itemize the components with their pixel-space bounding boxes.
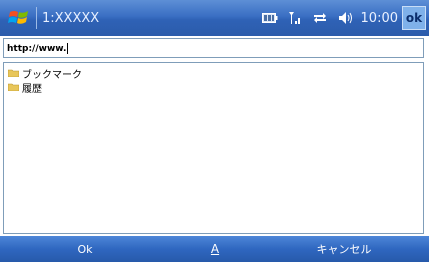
folder-icon — [7, 69, 20, 78]
battery-icon[interactable] — [261, 13, 278, 23]
menu-bar: Ok A キャンセル — [0, 236, 429, 262]
ok-button[interactable]: ok — [402, 6, 426, 30]
list-item-label: ブックマーク — [22, 69, 82, 81]
app-title: 1:XXXXX — [42, 10, 100, 26]
list-item-label: 履歴 — [22, 83, 42, 95]
ok-softkey[interactable]: Ok — [0, 236, 170, 262]
folder-icon — [7, 83, 20, 92]
volume-icon[interactable] — [338, 11, 354, 25]
cancel-softkey-label: キャンセル — [316, 243, 372, 256]
clock[interactable]: 10:00 — [361, 11, 398, 26]
text-caret — [67, 43, 69, 54]
title-bar: 1:XXXXX 10:00 ok — [0, 0, 429, 36]
status-area: 10:00 ok — [257, 0, 429, 36]
title-separator — [36, 7, 37, 29]
connectivity-icon[interactable] — [312, 11, 328, 25]
list-item-bookmarks[interactable]: ブックマーク — [4, 66, 423, 81]
address-value: http://www. — [7, 44, 67, 54]
ok-softkey-label: Ok — [77, 242, 93, 256]
favorites-list: ブックマーク 履歴 — [3, 62, 424, 234]
input-panel-label: A — [210, 242, 220, 256]
list-item-history[interactable]: 履歴 — [4, 80, 423, 95]
cancel-softkey[interactable]: キャンセル — [259, 236, 429, 262]
address-input[interactable]: http://www. — [3, 38, 424, 58]
input-panel-button[interactable]: A — [200, 236, 230, 262]
windows-start-icon[interactable] — [4, 0, 34, 36]
signal-icon[interactable] — [288, 11, 302, 25]
